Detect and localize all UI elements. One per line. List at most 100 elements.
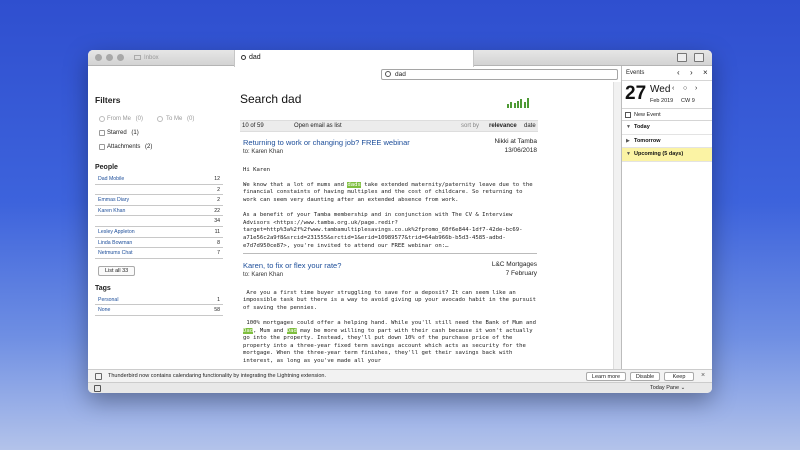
people-item-name: Dad Mobile [98, 176, 125, 182]
agenda-upcoming[interactable]: ▼ Upcoming (5 days) [622, 148, 712, 162]
message-sender-date: L&C Mortgages 7 February [492, 261, 537, 278]
next-view-button[interactable]: › [690, 66, 693, 80]
message-subject[interactable]: Returning to work or changing job? FREE … [243, 138, 537, 147]
people-heading: People [95, 164, 118, 171]
expand-triangle-icon: ▼ [626, 124, 631, 130]
tasks-tab-icon[interactable] [694, 53, 704, 62]
people-item[interactable]: Linda Bowman 8 [95, 238, 223, 249]
new-event-button[interactable]: New Event [622, 109, 712, 121]
tags-heading: Tags [95, 284, 111, 292]
filter-from-me-label: From Me [107, 116, 131, 122]
sort-date-link[interactable]: date [524, 121, 536, 132]
people-item-name: Emmas Diary [98, 197, 130, 204]
people-item[interactable]: 2 [95, 185, 223, 196]
new-event-label: New Event [634, 112, 661, 118]
date-display: 27 Wed ‹ ○ › Feb 2019 CW 9 [622, 81, 712, 109]
message-sender[interactable]: Nikki at Tamba [494, 138, 537, 147]
results-scrollbar[interactable] [613, 82, 621, 369]
histogram-bar[interactable] [510, 101, 513, 108]
close-pane-button[interactable]: × [703, 66, 708, 80]
results-histogram[interactable] [507, 98, 531, 108]
people-item[interactable]: Lesley Appleton 11 [95, 227, 223, 238]
prev-day-button[interactable]: ‹ [672, 85, 674, 92]
people-item-name: Netmums Chat [98, 250, 133, 257]
message-snippet: ‌ Are you a first time buyer struggling … [243, 282, 537, 366]
tag-item-name: None [98, 307, 111, 314]
people-item[interactable]: Netmums Chat 7 [95, 248, 223, 259]
next-day-button[interactable]: › [695, 85, 697, 92]
search-tab-icon [241, 55, 246, 60]
minimize-window-button[interactable] [106, 54, 113, 61]
disable-button[interactable]: Disable [630, 372, 660, 381]
agenda-today[interactable]: ▼ Today [622, 121, 712, 135]
collapse-triangle-icon: ▶ [626, 137, 630, 144]
page-title: Search dad [240, 92, 302, 106]
search-highlight: Dad [243, 327, 254, 334]
histogram-bar[interactable] [507, 104, 510, 108]
zoom-window-button[interactable] [117, 54, 124, 61]
search-toolbar: dad [88, 67, 621, 81]
sort-by-label: sort by [461, 123, 480, 129]
filter-starred[interactable]: Starred (1) [95, 128, 223, 142]
tag-item-count: 1 [217, 296, 220, 303]
calendar-tab-icon[interactable] [677, 53, 687, 62]
starred-checkbox[interactable] [99, 130, 105, 136]
agenda-tomorrow[interactable]: ▶ Tomorrow [622, 135, 712, 148]
snippet-text: ‌ Hi Karen We know that a lot of mums an… [243, 166, 345, 188]
from-me-radio[interactable] [99, 116, 105, 122]
filter-attachments-label: Attachments [107, 144, 141, 150]
search-highlight: Dad [286, 327, 297, 334]
thunderbird-window: Inbox dad dad Filters From Me (0) To Me … [88, 50, 712, 393]
histogram-bar[interactable] [526, 98, 529, 108]
sort-relevance-link[interactable]: relevance [489, 121, 517, 132]
activity-icon[interactable] [94, 385, 101, 392]
weekday: Wed [650, 84, 671, 95]
message-snippet: ‌ Hi Karen We know that a lot of mums an… [243, 159, 537, 250]
learn-more-button[interactable]: Learn more [586, 372, 626, 381]
filter-to-me-count: (0) [187, 116, 195, 122]
results-count: 10 of 59 [242, 123, 264, 129]
people-item-count: 2 [217, 186, 220, 193]
today-pane-toggle-label: Today Pane [650, 385, 680, 391]
message-date: 7 February [505, 269, 537, 277]
to-me-radio[interactable] [157, 116, 163, 122]
people-item-count: 34 [214, 218, 220, 225]
today-pane-header: Events ‹ › × [622, 66, 712, 81]
today-button[interactable]: ○ [683, 85, 687, 92]
result-message[interactable]: Karen, to fix or flex your rate? to: Kar… [243, 261, 537, 366]
prev-view-button[interactable]: ‹ [677, 66, 680, 80]
open-as-list-link[interactable]: Open email as list [294, 121, 342, 132]
people-item[interactable]: Dad Mobile 12 [95, 174, 223, 185]
result-message[interactable]: Returning to work or changing job? FREE … [243, 138, 537, 255]
people-item[interactable]: Emmas Diary 2 [95, 195, 223, 206]
agenda-upcoming-label: Upcoming (5 days) [634, 151, 684, 157]
today-pane: Events ‹ › × 27 Wed ‹ ○ › Feb 2019 CW 9 … [621, 66, 712, 369]
tag-item[interactable]: Personal 1 [95, 295, 223, 306]
list-all-people-button[interactable]: List all 33 [98, 265, 136, 276]
tab-inbox[interactable]: Inbox [130, 51, 234, 66]
histogram-bar[interactable] [513, 103, 516, 108]
today-pane-toggle[interactable]: Today Pane ⌄ [650, 383, 685, 393]
close-window-button[interactable] [95, 54, 102, 61]
histogram-bar[interactable] [516, 100, 520, 108]
histogram-bar[interactable] [523, 101, 526, 108]
search-highlight: dads [347, 181, 361, 188]
attachments-checkbox[interactable] [99, 144, 105, 150]
tag-item-count: 58 [214, 307, 220, 314]
keep-button[interactable]: Keep [664, 372, 694, 381]
tag-item[interactable]: None 58 [95, 305, 223, 316]
search-input[interactable]: dad [381, 69, 618, 80]
filters-panel: Filters From Me (0) To Me (0) Starred (1… [95, 95, 223, 316]
close-icon[interactable]: × [701, 370, 705, 382]
filter-from-me[interactable]: From Me (0) To Me (0) [95, 114, 223, 128]
people-item[interactable]: Karen Khan 22 [95, 206, 223, 217]
histogram-bar[interactable] [520, 99, 523, 108]
message-sender[interactable]: L&C Mortgages [492, 261, 537, 270]
filter-to-me-label: To Me [166, 116, 183, 122]
people-item[interactable]: 34 [95, 216, 223, 227]
message-sender-date: Nikki at Tamba 13/06/2018 [494, 138, 537, 155]
filter-attachments[interactable]: Attachments (2) [95, 142, 223, 156]
expand-triangle-icon: ▼ [626, 151, 631, 157]
month-year: Feb 2019 [650, 98, 674, 104]
tab-search-dad[interactable]: dad [234, 50, 474, 67]
